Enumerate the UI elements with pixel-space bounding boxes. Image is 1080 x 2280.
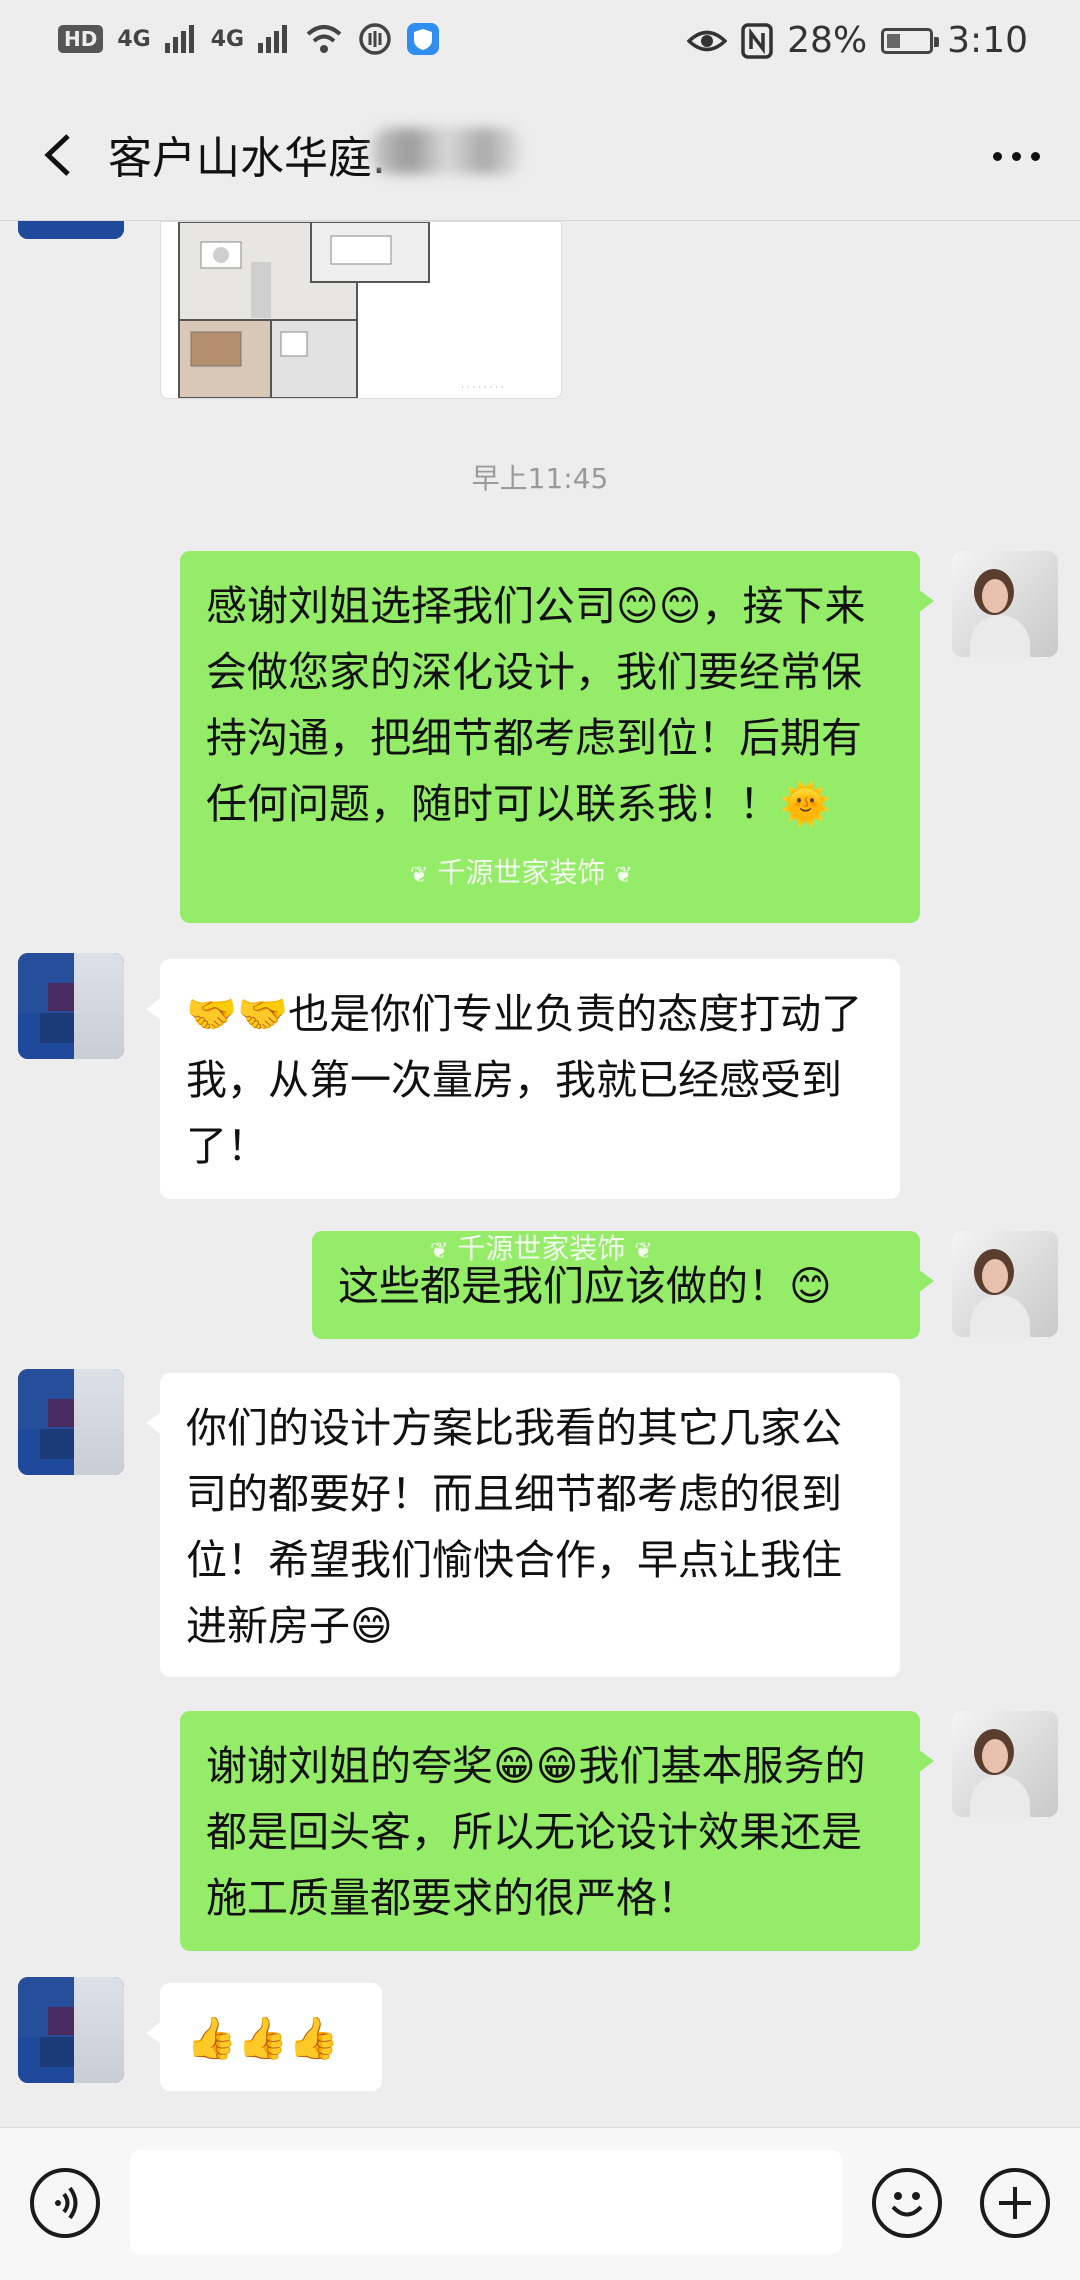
input-bar [0,2127,1080,2280]
watermark-text: ❦ 千源世家装饰 ❦ [430,1232,653,1265]
battery-icon [881,27,940,54]
floor-plan-image[interactable]: · · · · · · · · [160,221,562,399]
message-text: 🤝🤝也是你们专业负责的态度打动了我，从第一次量房，我就已经感受到了！ [186,990,863,1170]
blurred-name [372,128,522,174]
status-bar: HD 4G 4G 28% 3:10 [0,0,1080,92]
network-label-1: 4G [117,26,151,52]
back-arrow-icon[interactable] [36,130,86,180]
message-timestamp: 早上11:45 [471,462,609,495]
customer-avatar[interactable] [18,1977,124,2083]
message-text: 感谢刘姐选择我们公司😊😊，接下来会做您家的深化设计，我们要经常保持沟通，把细节都… [206,582,866,828]
eye-icon [687,30,728,51]
customer-avatar[interactable] [18,221,124,239]
network-label-2: 4G [210,26,245,52]
voice-toggle-icon[interactable] [30,2168,100,2238]
add-attachment-icon[interactable] [980,2168,1050,2238]
incoming-message[interactable]: 👍👍👍 [146,1983,382,2091]
clock: 3:10 [947,20,1028,61]
customer-avatar[interactable] [18,953,124,1059]
data-saver-icon [359,23,391,55]
more-options-icon[interactable] [993,152,1040,161]
my-avatar[interactable] [952,551,1058,657]
nfc-icon [741,22,773,59]
outgoing-message[interactable]: 谢谢刘姐的夸奖😁😁我们基本服务的都是回头客，所以无论设计效果还是施工质量都要求的… [180,1711,934,1951]
message-text: 你们的设计方案比我看的其它几家公司的都要好！而且细节都考虑的很到位！希望我们愉快… [186,1404,842,1650]
hd-badge: HD [58,25,104,53]
message-input[interactable] [130,2150,842,2254]
signal-icon [164,25,197,53]
battery-percent: 28% [787,20,868,61]
incoming-message[interactable]: 🤝🤝也是你们专业负责的态度打动了我，从第一次量房，我就已经感受到了！ [146,959,900,1199]
my-avatar[interactable] [952,1711,1058,1817]
signal-icon-2 [258,25,290,53]
my-avatar[interactable] [952,1231,1058,1337]
message-text: 谢谢刘姐的夸奖😁😁我们基本服务的都是回头客，所以无论设计效果还是施工质量都要求的… [206,1742,866,1922]
customer-avatar[interactable] [18,1369,124,1475]
message-text: 这些都是我们应该做的！😊 [338,1262,832,1310]
wifi-icon [306,25,342,53]
chat-messages[interactable]: · · · · · · · · 早上11:45 感谢刘姐选择我们公司😊😊，接下来… [0,221,1080,2127]
incoming-message[interactable]: 你们的设计方案比我看的其它几家公司的都要好！而且细节都考虑的很到位！希望我们愉快… [146,1373,900,1677]
chat-header: 客户山水华庭. [0,92,1080,221]
message-text: 👍👍👍 [186,2014,340,2062]
shield-app-icon [407,23,440,55]
svg-text:· · · · · · · ·: · · · · · · · · [461,383,504,393]
emoji-icon[interactable] [872,2168,942,2238]
chat-title: 客户山水华庭. [108,133,386,184]
watermark-text: ❦ 千源世家装饰 ❦ [410,856,633,889]
